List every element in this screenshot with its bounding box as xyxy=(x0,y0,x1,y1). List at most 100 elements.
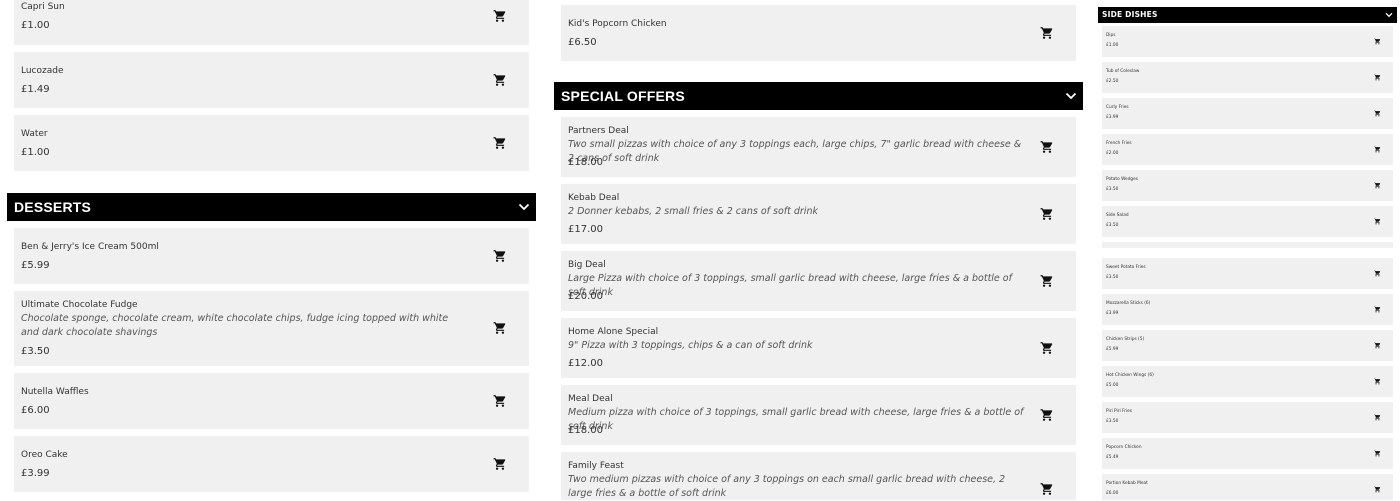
menu-item[interactable]: Curly Fries £3.99 xyxy=(1102,98,1393,129)
menu-item[interactable]: Hot Chicken Wings (6) £5.00 xyxy=(1102,366,1393,397)
cart-icon[interactable] xyxy=(1374,414,1381,421)
cart-icon[interactable] xyxy=(1040,140,1054,154)
menu-item[interactable]: Lucozade £1.49 xyxy=(14,52,529,108)
item-price: £6.50 xyxy=(568,37,597,48)
cart-icon[interactable] xyxy=(493,73,507,87)
item-name: Portion Kebab Meat xyxy=(1106,481,1148,486)
item-price: £3.99 xyxy=(1106,115,1119,120)
item-price: £17.00 xyxy=(568,224,603,235)
menu-item[interactable]: Capri Sun £1.00 xyxy=(14,0,529,45)
cart-icon[interactable] xyxy=(1374,306,1381,313)
menu-item[interactable]: Tub of Coleslaw £2.50 xyxy=(1102,62,1393,93)
menu-item[interactable]: French Fries £2.00 xyxy=(1102,134,1393,165)
cart-icon[interactable] xyxy=(493,136,507,150)
cart-icon[interactable] xyxy=(493,457,507,471)
section-header-desserts[interactable]: DESSERTS xyxy=(7,193,536,221)
item-price: £5.49 xyxy=(1106,455,1119,460)
menu-item[interactable]: Partners Deal Two small pizzas with choi… xyxy=(561,117,1076,177)
menu-item[interactable]: Mozzarella Sticks (6) £3.99 xyxy=(1102,294,1393,325)
item-name: Big Deal xyxy=(568,260,606,270)
menu-column-left: Capri Sun £1.00 Lucozade £1.49 Water £1.… xyxy=(7,0,536,500)
item-price: £12.00 xyxy=(568,358,603,369)
item-name: Piri Piri Fries xyxy=(1106,409,1133,414)
cart-icon[interactable] xyxy=(1040,207,1054,221)
menu-item[interactable]: Kid's Popcorn Chicken £6.50 xyxy=(561,5,1076,61)
menu-item[interactable]: Chicken Strips (5) £5.99 xyxy=(1102,330,1393,361)
menu-item[interactable]: Popcorn Chicken £5.49 xyxy=(1102,438,1393,469)
item-name: Home Alone Special xyxy=(568,327,659,337)
menu-item[interactable]: Big Deal Large Pizza with choice of 3 to… xyxy=(561,251,1076,311)
item-name: Side Salad xyxy=(1106,213,1129,218)
cart-icon[interactable] xyxy=(493,249,507,263)
cart-icon[interactable] xyxy=(493,9,507,23)
item-name: Curly Fries xyxy=(1106,105,1129,110)
menu-item[interactable]: Potato Wedges £3.50 xyxy=(1102,170,1393,201)
item-price: £3.50 xyxy=(21,346,50,357)
item-name: French Fries xyxy=(1106,141,1132,146)
menu-item[interactable]: Home Alone Special 9" Pizza with 3 toppi… xyxy=(561,318,1076,378)
cart-icon[interactable] xyxy=(1374,218,1381,225)
menu-item[interactable]: Portion Kebab Meat £6.00 xyxy=(1102,474,1393,500)
item-price: £3.99 xyxy=(1106,311,1119,316)
item-name: Kebab Deal xyxy=(568,193,620,203)
section-header-side-dishes[interactable]: SIDE DISHES xyxy=(1098,7,1397,23)
cart-icon[interactable] xyxy=(1374,378,1381,385)
cart-icon[interactable] xyxy=(1374,38,1381,45)
item-price: £3.50 xyxy=(1106,223,1119,228)
section-header-special-offers[interactable]: SPECIAL OFFERS xyxy=(554,82,1083,110)
item-name: Ben & Jerry's Ice Cream 500ml xyxy=(21,242,159,252)
item-price: £1.49 xyxy=(21,84,50,95)
item-price: £6.00 xyxy=(21,405,50,416)
item-price: £1.00 xyxy=(21,147,50,158)
cart-icon[interactable] xyxy=(1374,270,1381,277)
cart-icon[interactable] xyxy=(1374,182,1381,189)
item-price: £5.00 xyxy=(1106,383,1119,388)
chevron-down-icon[interactable] xyxy=(1385,11,1393,19)
menu-item[interactable]: Water £1.00 xyxy=(14,115,529,171)
cart-icon[interactable] xyxy=(1040,482,1054,496)
cart-icon[interactable] xyxy=(1374,74,1381,81)
item-price: £18.00 xyxy=(568,425,603,436)
cart-icon[interactable] xyxy=(1040,341,1054,355)
menu-item[interactable]: Nutella Waffles £6.00 xyxy=(14,373,529,429)
menu-item[interactable]: Ben & Jerry's Ice Cream 500ml £5.99 xyxy=(14,228,529,284)
item-name: Lucozade xyxy=(21,66,64,76)
menu-item[interactable]: Dips £1.00 xyxy=(1102,26,1393,57)
menu-column-middle: Kid's Popcorn Chicken £6.50 SPECIAL OFFE… xyxy=(554,0,1083,500)
cart-icon[interactable] xyxy=(1040,408,1054,422)
menu-item[interactable]: Side Salad £3.50 xyxy=(1102,206,1393,237)
cart-icon[interactable] xyxy=(1374,146,1381,153)
menu-item[interactable]: Meal Deal Medium pizza with choice of 3 … xyxy=(561,385,1076,445)
menu-item[interactable]: Kebab Deal 2 Donner kebabs, 2 small frie… xyxy=(561,184,1076,244)
menu-item[interactable]: Family Feast Two medium pizzas with choi… xyxy=(561,452,1076,500)
section-title: SIDE DISHES xyxy=(1102,10,1158,19)
item-name: Sweet Potato Fries xyxy=(1106,265,1146,270)
item-price: £20.00 xyxy=(568,291,603,302)
item-price: £3.99 xyxy=(21,468,50,479)
item-name: Water xyxy=(21,129,48,139)
cart-icon[interactable] xyxy=(1040,274,1054,288)
item-name: Mozzarella Sticks (6) xyxy=(1106,301,1151,306)
item-description: Two medium pizzas with choice of any 3 t… xyxy=(568,474,1006,499)
cart-icon[interactable] xyxy=(1374,486,1381,493)
item-description: Chocolate sponge, chocolate cream, white… xyxy=(21,313,449,338)
item-description: Large Pizza with choice of 3 toppings, s… xyxy=(568,273,1012,298)
cart-icon[interactable] xyxy=(1374,342,1381,349)
cart-icon[interactable] xyxy=(493,394,507,408)
menu-item[interactable]: Piri Piri Fries £3.50 xyxy=(1102,402,1393,433)
menu-item-partial xyxy=(1102,242,1393,248)
menu-item[interactable]: Sweet Potato Fries £3.50 xyxy=(1102,258,1393,289)
cart-icon[interactable] xyxy=(1374,450,1381,457)
cart-icon[interactable] xyxy=(1374,110,1381,117)
item-price: £5.99 xyxy=(1106,347,1119,352)
item-price: £3.50 xyxy=(1106,187,1119,192)
item-name: Chicken Strips (5) xyxy=(1106,337,1145,342)
chevron-down-icon[interactable] xyxy=(1065,90,1077,102)
item-name: Hot Chicken Wings (6) xyxy=(1106,373,1154,378)
menu-item[interactable]: Oreo Cake £3.99 xyxy=(14,436,529,492)
cart-icon[interactable] xyxy=(1040,26,1054,40)
chevron-down-icon[interactable] xyxy=(518,201,530,213)
item-price: £1.00 xyxy=(1106,43,1119,48)
cart-icon[interactable] xyxy=(493,321,507,335)
menu-item[interactable]: Ultimate Chocolate Fudge Chocolate spong… xyxy=(14,291,529,366)
